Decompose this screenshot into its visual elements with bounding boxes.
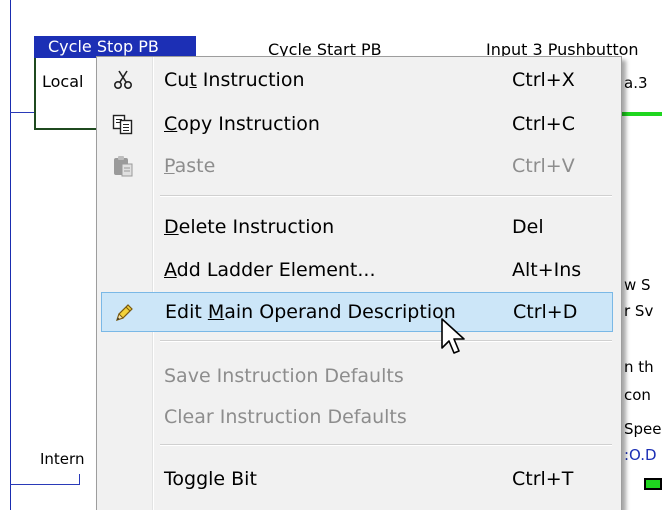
menu-item-delete-instruction[interactable]: Delete Instruction Del (100, 207, 618, 247)
menu-item-label: Delete Instruction (164, 216, 335, 238)
paste-icon (112, 155, 134, 177)
right-fragment-7: :O.D (624, 446, 657, 464)
scissors-icon (112, 69, 134, 91)
energized-rung (622, 112, 662, 116)
menu-item-shortcut: Ctrl+V (512, 155, 575, 177)
mouse-pointer-icon (441, 318, 469, 358)
menu-item-label: Edit Main Operand Description (165, 301, 456, 323)
energized-contact (644, 478, 662, 490)
tag-local-label: Local (42, 72, 84, 91)
menu-item-label: Paste (164, 155, 216, 177)
contact-bracket (79, 474, 80, 485)
right-fragment-2: w S (624, 276, 651, 294)
copy-icon (112, 113, 134, 135)
menu-separator (160, 444, 612, 446)
right-fragment-3: r Sv (624, 302, 654, 320)
menu-item-shortcut: Ctrl+D (513, 301, 578, 323)
menu-item-label: Clear Instruction Defaults (164, 406, 407, 428)
menu-separator (160, 340, 612, 342)
menu-item-clear-instruction-defaults[interactable]: Clear Instruction Defaults (100, 397, 618, 437)
intern-label: Intern (40, 450, 85, 468)
menu-item-shortcut: Alt+Ins (512, 259, 582, 281)
rung-wire-bottom (10, 484, 80, 485)
menu-item-shortcut: Ctrl+X (512, 69, 575, 91)
menu-item-shortcut: Del (512, 216, 544, 238)
menu-item-toggle-bit[interactable]: Toggle Bit Ctrl+T (100, 459, 618, 499)
menu-item-label: Toggle Bit (164, 468, 257, 490)
menu-separator (160, 195, 612, 197)
menu-item-copy-instruction[interactable]: Copy Instruction Ctrl+C (100, 104, 618, 144)
rung-wire (10, 112, 36, 113)
menu-item-edit-main-operand-description[interactable]: Edit Main Operand Description Ctrl+D (101, 292, 613, 332)
menu-item-add-ladder-element[interactable]: Add Ladder Element... Alt+Ins (100, 250, 618, 290)
menu-item-shortcut: Ctrl+C (512, 113, 575, 135)
right-fragment-6: Spee (624, 420, 662, 438)
right-fragment-1: a.3 (624, 74, 648, 92)
left-power-rail (10, 0, 11, 510)
menu-item-label: Save Instruction Defaults (164, 365, 404, 387)
menu-item-label: Cut Instruction (164, 69, 305, 91)
menu-item-paste[interactable]: Paste Ctrl+V (100, 146, 618, 186)
tag-title[interactable]: Cycle Stop PB (34, 36, 196, 58)
menu-item-cut-instruction[interactable]: Cut Instruction Ctrl+X (100, 60, 618, 100)
right-fragment-5: con (624, 386, 651, 404)
menu-item-label: Copy Instruction (164, 113, 320, 135)
menu-item-shortcut: Ctrl+T (512, 468, 574, 490)
menu-item-label: Add Ladder Element... (164, 259, 376, 281)
menu-item-save-instruction-defaults[interactable]: Save Instruction Defaults (100, 356, 618, 396)
right-fragment-4: n th (624, 358, 654, 376)
pencil-icon (113, 302, 135, 324)
